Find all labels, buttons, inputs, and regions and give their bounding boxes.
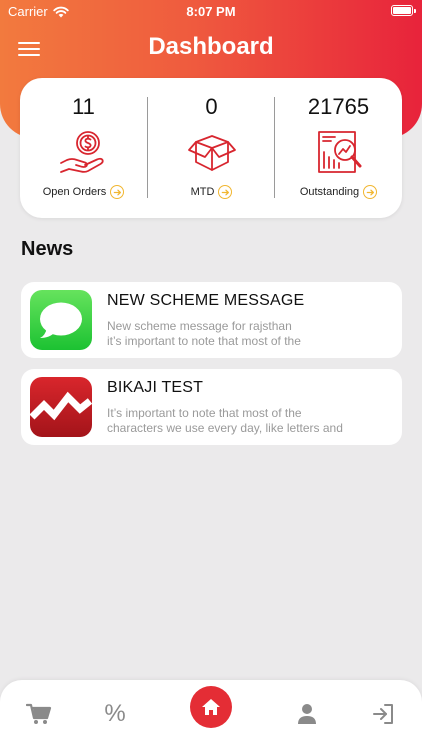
news-title: BIKAJI TEST <box>107 379 204 396</box>
messages-app-icon <box>30 290 92 350</box>
stat-label: Outstanding <box>299 186 360 198</box>
chart-magnifier-icon <box>317 131 361 173</box>
stat-value: 11 <box>72 94 95 119</box>
money-hand-icon <box>59 131 104 173</box>
news-heading: News <box>21 238 74 260</box>
stat-mtd[interactable]: 0 MTD <box>148 78 275 218</box>
news-title: NEW SCHEME MESSAGE <box>107 292 305 309</box>
open-box-icon <box>187 135 236 171</box>
stats-card: 11 Open Orders 0 MTD 21765 Outstanding <box>20 78 402 218</box>
stat-open-orders[interactable]: 11 Open Orders <box>20 78 147 218</box>
stat-value: 21765 <box>307 94 370 119</box>
cart-icon[interactable] <box>24 700 54 728</box>
arrow-right-icon <box>363 185 378 199</box>
stat-label: MTD <box>190 186 215 198</box>
stat-link[interactable]: Outstanding <box>275 185 402 199</box>
stat-outstanding[interactable]: 21765 Outstanding <box>275 78 402 218</box>
news-item[interactable]: BIKAJI TEST It’s important to note that … <box>21 369 402 445</box>
news-description: New scheme message for rajsthan it’s imp… <box>107 319 301 348</box>
stat-value: 0 <box>205 94 218 119</box>
page-title: Dashboard <box>148 33 274 60</box>
stat-label: Open Orders <box>42 186 107 198</box>
bikaji-logo-icon <box>30 377 92 437</box>
arrow-right-icon <box>218 185 233 199</box>
clock: 8:07 PM <box>186 4 236 19</box>
home-icon[interactable] <box>190 686 232 728</box>
percent-icon[interactable]: % <box>100 700 130 728</box>
logout-icon[interactable] <box>368 700 398 728</box>
bottom-nav: % <box>0 680 422 750</box>
user-icon[interactable] <box>292 700 322 728</box>
battery-icon <box>391 5 416 16</box>
stat-link[interactable]: Open Orders <box>20 185 147 199</box>
news-description: It’s important to note that most of the … <box>107 406 343 435</box>
news-item[interactable]: NEW SCHEME MESSAGE New scheme message fo… <box>21 282 402 358</box>
status-bar: Carrier 8:07 PM <box>0 0 422 24</box>
arrow-right-icon <box>110 185 125 199</box>
stat-link[interactable]: MTD <box>148 185 275 199</box>
